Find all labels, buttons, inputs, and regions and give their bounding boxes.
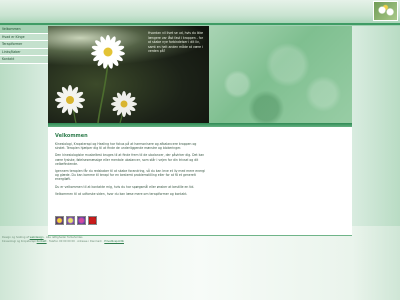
page-footer: Design og hosting af webdesign · Alle re… (2, 236, 398, 244)
footer-text: Design og hosting af (2, 236, 29, 239)
top-bar (0, 0, 400, 26)
content-paragraph: Kinesiologi, Kropsterapi og Healing har … (55, 142, 197, 151)
top-bar-accent-line (0, 23, 400, 25)
violet-thumbnail-icon[interactable] (66, 216, 75, 225)
clover-photo (209, 26, 352, 123)
nav-item-hvad-er-kinge[interactable]: Hvad er Kinge (0, 33, 48, 41)
content-paragraph: Den kinesiologiske muskeltest bruges til… (55, 153, 205, 166)
nav-item-kontakt[interactable]: Kontakt (0, 56, 48, 64)
footer-line-2: Kinesiologi og Kropsterapi Kontakt · Tel… (2, 240, 398, 244)
footer-link-kontakt[interactable]: Kontakt (37, 240, 47, 243)
orchid-thumbnail-icon[interactable] (77, 216, 86, 225)
image-thumbnails (55, 216, 97, 225)
hero-quote: Hvordan vil livet se ud, hvis du ikke læ… (148, 31, 204, 54)
main-content: Velkommen Kinesiologi, Kropsterapi og He… (48, 127, 352, 235)
pansy-thumbnail-icon[interactable] (55, 216, 64, 225)
content-paragraph: Du er velkommen til at kontakte mig, hvi… (55, 184, 195, 189)
nav-item-links[interactable]: Links/Kaber (0, 48, 48, 56)
main-navigation: Velkommen Hvad er Kinge Terapiformer Lin… (0, 26, 48, 64)
footer-text: Kinesiologi og Kropsterapi (2, 240, 36, 243)
footer-link-webdesign[interactable]: webdesign (30, 236, 44, 239)
footer-link-privacy[interactable]: Privatlivspolitik (104, 240, 124, 243)
content-paragraph: Igennem terapien får du redskaber til at… (55, 169, 206, 182)
red-flower-thumbnail-icon[interactable] (88, 216, 97, 225)
footer-text: · Alle rettigheder forbeholdes (44, 236, 83, 239)
daisy-thumbnail-icon[interactable] (373, 1, 398, 21)
nav-item-velkommen[interactable]: Velkommen (0, 26, 48, 34)
page-title: Velkommen (55, 133, 88, 139)
hero-banner: Hvordan vil livet se ud, hvis du ikke læ… (48, 26, 352, 123)
daisy-photo: Hvordan vil livet se ud, hvis du ikke læ… (48, 26, 209, 123)
page-shell: Velkommen Hvad er Kinge Terapiformer Lin… (0, 26, 400, 300)
content-paragraph: Velkommen til at udforske siden, hvor du… (55, 191, 188, 196)
footer-text: · Telefon 00 00 00 00 · Adresse i Danmar… (47, 240, 104, 243)
nav-item-terapiformer[interactable]: Terapiformer (0, 41, 48, 49)
right-gutter (352, 26, 400, 226)
